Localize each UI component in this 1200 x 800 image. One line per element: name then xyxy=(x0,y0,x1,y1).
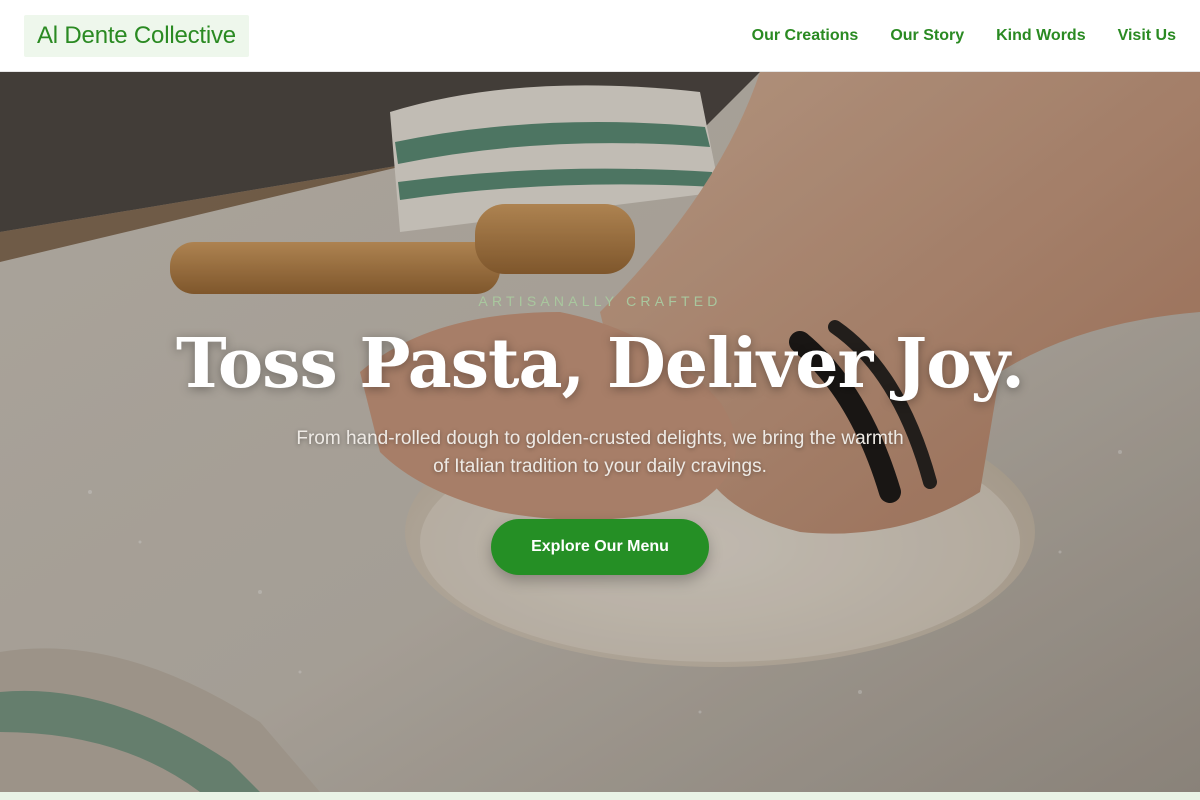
hero-eyebrow: ARTISANALLY CRAFTED xyxy=(478,293,722,309)
hero-headline: Toss Pasta, Deliver Joy. xyxy=(176,324,1025,404)
brand-logo[interactable]: Al Dente Collective xyxy=(24,14,249,57)
hero-subtitle: From hand-rolled dough to golden-crusted… xyxy=(296,428,904,477)
hero-content: ARTISANALLY CRAFTED Toss Pasta, Deliver … xyxy=(0,72,1200,792)
main-nav: Our Creations Our Story Kind Words Visit… xyxy=(752,27,1176,45)
explore-menu-button[interactable]: Explore Our Menu xyxy=(491,519,709,575)
hero-section: ARTISANALLY CRAFTED Toss Pasta, Deliver … xyxy=(0,72,1200,792)
nav-link-our-story[interactable]: Our Story xyxy=(890,27,964,45)
nav-link-visit-us[interactable]: Visit Us xyxy=(1118,27,1176,45)
bottom-strip xyxy=(0,792,1200,800)
nav-link-kind-words[interactable]: Kind Words xyxy=(996,27,1085,45)
nav-link-our-creations[interactable]: Our Creations xyxy=(752,27,859,45)
site-header: Al Dente Collective Our Creations Our St… xyxy=(0,0,1200,72)
